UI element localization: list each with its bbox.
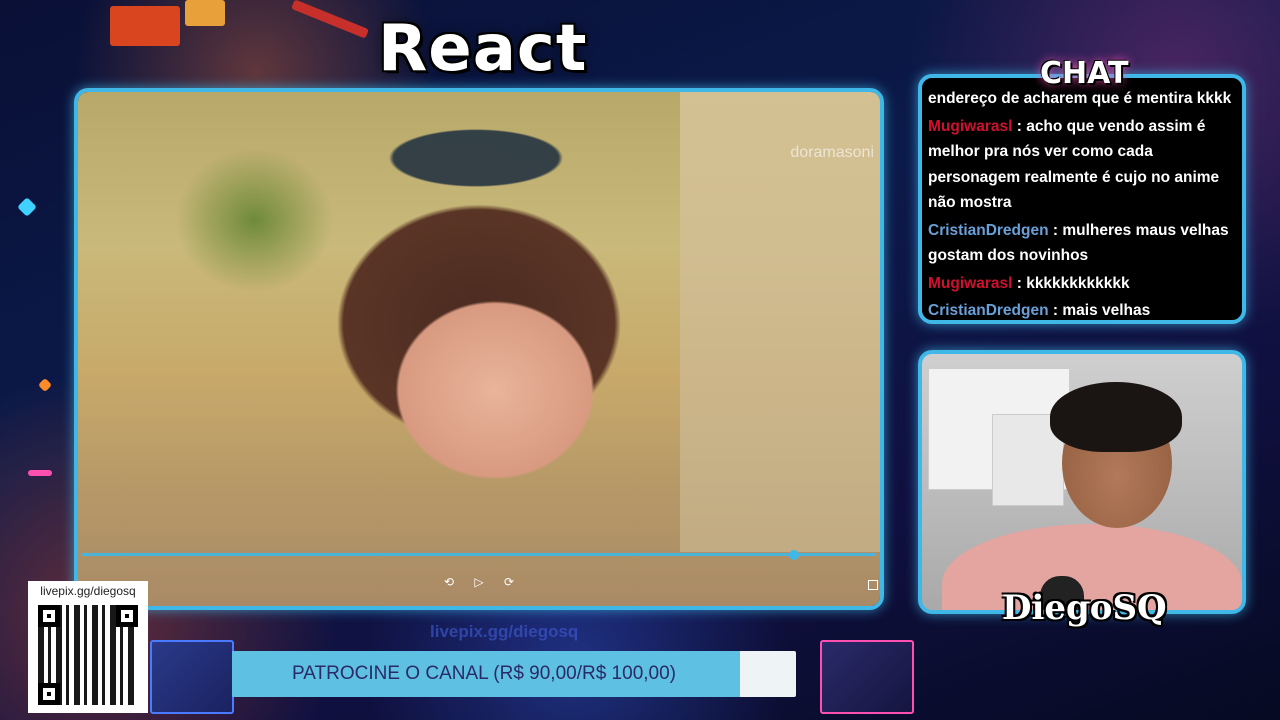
qr-finder	[38, 683, 60, 705]
rewind-icon[interactable]: ⟲	[441, 574, 457, 590]
qr-finder	[116, 605, 138, 627]
video-controls: ⟲ ▷ ⟳	[78, 574, 880, 592]
decor-pixel-art	[110, 6, 180, 46]
decor-controller	[820, 640, 914, 714]
streamer-name: DiegoSQ	[1002, 588, 1167, 628]
decor-pixel-art	[185, 0, 225, 26]
chat-message: CristianDredgen : mulheres maus velhas g…	[928, 218, 1242, 269]
chat-message-text: endereço de acharem que é mentira kkkk	[928, 90, 1232, 107]
play-icon[interactable]: ▷	[471, 574, 487, 590]
chat-message: CristianDredgen : mais velhas	[928, 298, 1242, 320]
chat-message-text: : kkkkkkkkkkkk	[1012, 274, 1130, 292]
sponsor-label: PATROCINE O CANAL (R$ 90,00/R$ 100,00)	[291, 663, 677, 684]
webcam-person-hair	[1050, 382, 1182, 452]
chat-message: Mugiwarasl : acho que vendo assim é melh…	[928, 114, 1242, 216]
chat-username[interactable]: Mugiwarasl	[928, 118, 1012, 135]
decor-keyboard	[150, 640, 234, 714]
decor-neon	[28, 470, 52, 476]
decor-neon	[37, 377, 53, 393]
video-headband	[326, 98, 626, 198]
forward-icon[interactable]: ⟳	[501, 574, 517, 590]
qr-panel[interactable]: livepix.gg/diegosq	[28, 581, 148, 713]
qr-label: livepix.gg/diegosq	[40, 584, 136, 598]
chat-message-text: : mais velhas	[1048, 302, 1151, 319]
page-title: React	[378, 12, 588, 86]
chat-username[interactable]: Mugiwarasl	[928, 275, 1012, 292]
decor-sword	[291, 0, 369, 39]
chat-message: Mugiwarasl : kkkkkkkkkkkk	[928, 271, 1242, 297]
video-progress-bar[interactable]	[82, 553, 876, 556]
video-progress-knob[interactable]	[788, 550, 799, 560]
chat-username[interactable]: CristianDredgen	[928, 302, 1049, 319]
chat-title: CHAT	[1040, 56, 1129, 91]
chat-message-list[interactable]: endereço de acharem que é mentira kkkk M…	[928, 86, 1242, 320]
decor-neon	[17, 197, 37, 217]
fullscreen-icon[interactable]	[868, 580, 878, 590]
webcam-feed	[918, 350, 1246, 614]
sponsor-progress-bar[interactable]: PATROCINE O CANAL (R$ 90,00/R$ 100,00)	[232, 651, 796, 697]
sponsor-url[interactable]: livepix.gg/diegosq	[430, 622, 578, 642]
video-player[interactable]: doramasoni ⟲ ▷ ⟳	[74, 88, 884, 610]
video-watermark: doramasoni	[790, 144, 874, 161]
chat-panel: endereço de acharem que é mentira kkkk M…	[918, 74, 1246, 324]
chat-username[interactable]: CristianDredgen	[928, 222, 1049, 239]
qr-finder	[38, 605, 60, 627]
